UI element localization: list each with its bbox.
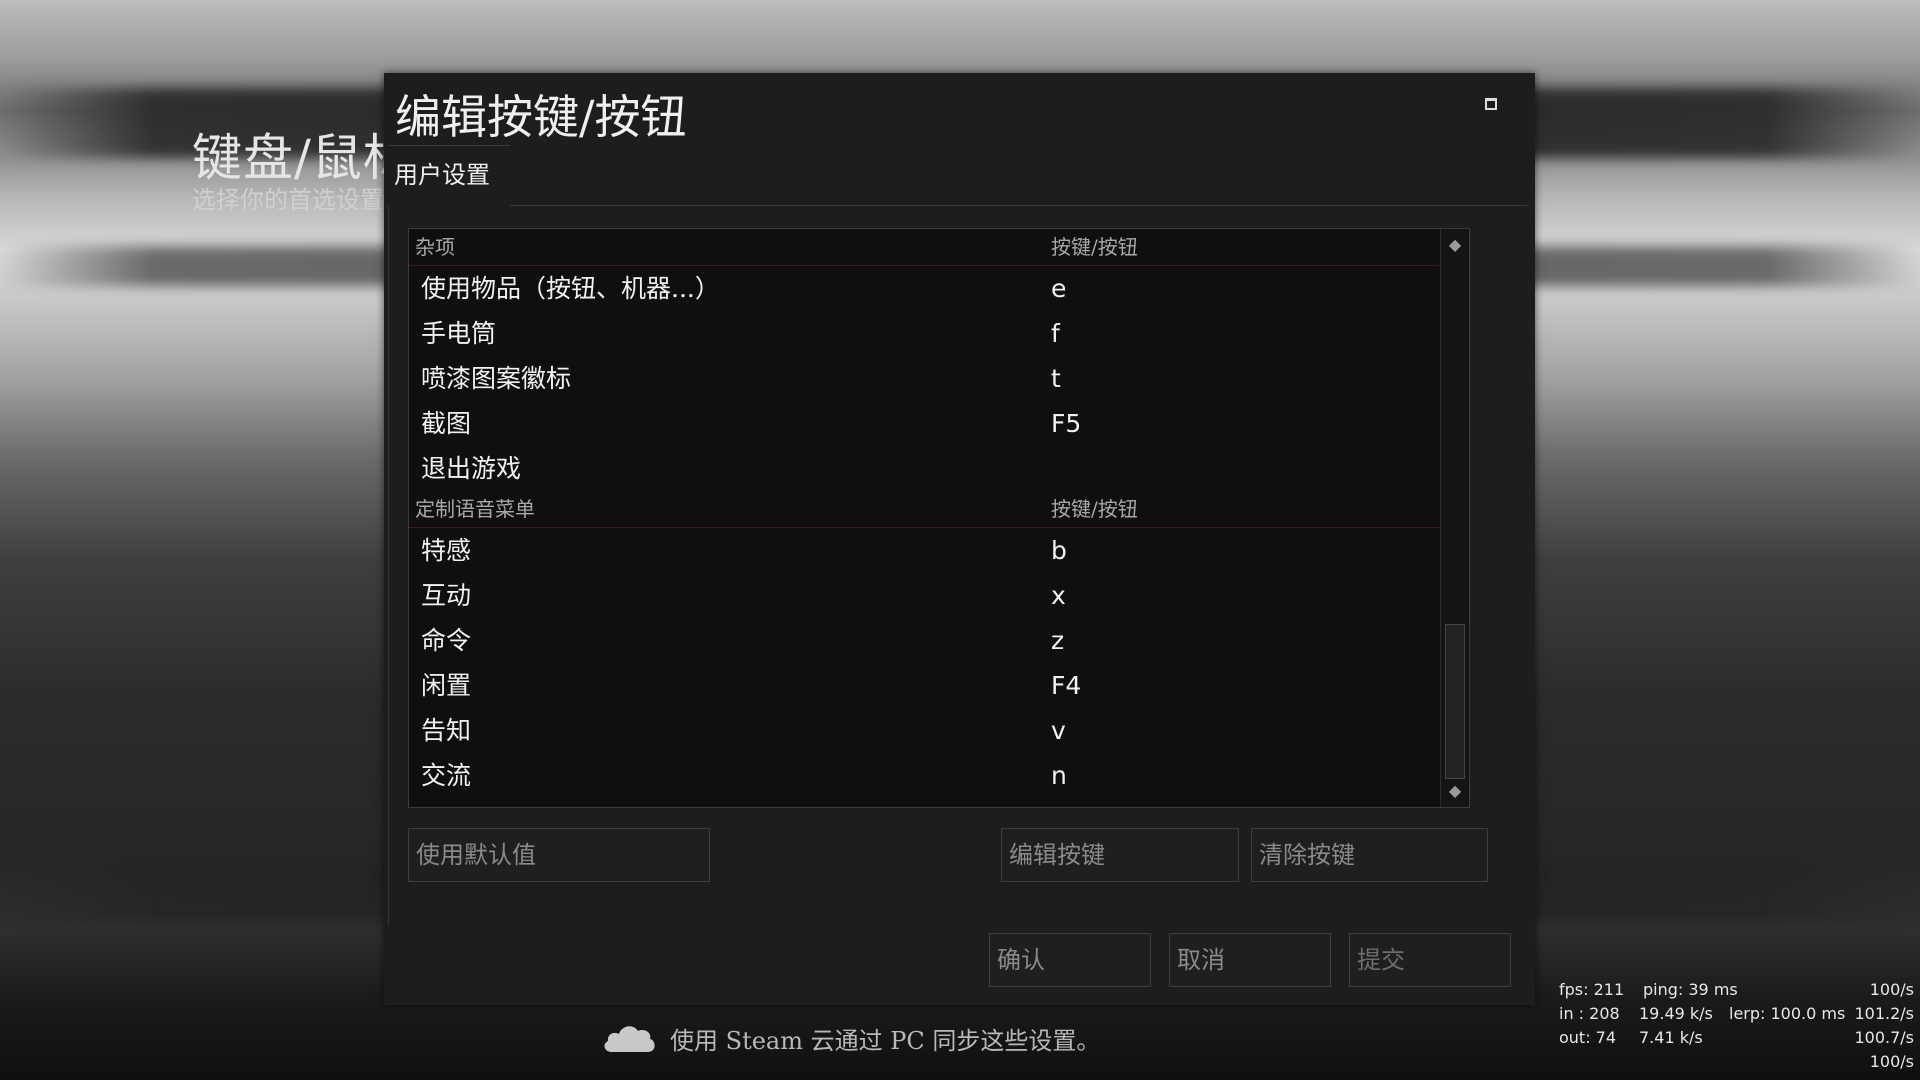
section-header-action-label: 杂项	[415, 235, 455, 259]
net-graph-row: in : 208 19.49 k/s lerp: 100.0 ms 101.2/…	[1559, 1002, 1914, 1026]
binding-action-name: 手电筒	[421, 319, 497, 348]
binding-key-value: F4	[1051, 671, 1082, 700]
key-binding-row[interactable]: 喷漆图案徽标 t	[409, 356, 1439, 401]
net-graph-row: out: 74 7.41 k/s 100.7/s	[1559, 1026, 1914, 1050]
binding-action-name: 喷漆图案徽标	[421, 364, 572, 393]
binding-action-name: 截图	[421, 409, 472, 438]
binding-key-value: e	[1051, 274, 1067, 303]
tab-divider	[510, 205, 1527, 206]
scroll-up-arrow-icon[interactable]: ◆	[1445, 235, 1465, 255]
scroll-thumb[interactable]	[1445, 624, 1465, 779]
steam-cloud-note: 使用 Steam 云通过 PC 同步这些设置。	[600, 1020, 1100, 1056]
net-ping: ping: 39 ms	[1643, 980, 1738, 999]
background-page-subtitle: 选择你的首选设置	[192, 186, 384, 214]
binding-key-value: x	[1051, 581, 1066, 610]
binding-action-name: 命令	[421, 626, 472, 655]
net-graph-row: fps: 211 ping: 39 ms 100/s	[1559, 978, 1914, 1002]
key-binding-row[interactable]: 手电筒 f	[409, 311, 1439, 356]
key-binding-list-content: 杂项 按键/按钮 使用物品（按钮、机器...） e 手电筒 f 喷漆图案徽标 t 截图 F5 退出游…	[409, 229, 1439, 798]
binding-action-name: 互动	[421, 581, 472, 610]
list-scrollbar[interactable]: ◆ ◆	[1440, 229, 1469, 807]
binding-key-value: z	[1051, 626, 1065, 655]
net-in-kbs: 19.49 k/s	[1639, 1004, 1713, 1023]
binding-key-value: t	[1051, 364, 1061, 393]
scroll-down-arrow-icon[interactable]: ◆	[1445, 781, 1465, 801]
binding-key-value: f	[1051, 319, 1060, 348]
key-binding-list[interactable]: 杂项 按键/按钮 使用物品（按钮、机器...） e 手电筒 f 喷漆图案徽标 t 截图 F5 退出游…	[408, 228, 1470, 808]
section-header-key-label: 按键/按钮	[1051, 235, 1138, 259]
section-header-action-label: 定制语音菜单	[415, 497, 535, 521]
steam-cloud-icon	[604, 1026, 655, 1052]
clear-key-button[interactable]: 清除按键	[1251, 828, 1488, 882]
binding-key-value: v	[1051, 716, 1066, 745]
net-rate: 100/s	[1869, 980, 1914, 999]
binding-action-name: 告知	[421, 716, 472, 745]
tab-panel-border	[388, 205, 389, 925]
steam-cloud-text: 使用 Steam 云通过 PC 同步这些设置。	[670, 1026, 1101, 1055]
binding-key-value: b	[1051, 536, 1067, 565]
ok-button[interactable]: 确认	[989, 933, 1151, 987]
key-binding-row[interactable]: 闲置 F4	[409, 663, 1439, 708]
binding-action-name: 交流	[421, 761, 472, 790]
net-rate: 100/s	[1869, 1052, 1914, 1071]
binding-action-name: 退出游戏	[421, 454, 522, 483]
use-defaults-button[interactable]: 使用默认值	[408, 828, 710, 882]
net-rate: 101.2/s	[1854, 1004, 1914, 1023]
section-header-key-label: 按键/按钮	[1051, 497, 1138, 521]
section-header: 定制语音菜单 按键/按钮	[409, 491, 1439, 528]
key-binding-row[interactable]: 互动 x	[409, 573, 1439, 618]
key-binding-row[interactable]: 特感 b	[409, 528, 1439, 573]
cancel-button[interactable]: 取消	[1169, 933, 1331, 987]
net-graph-overlay: fps: 211 ping: 39 ms 100/s in : 208 19.4…	[1559, 978, 1914, 1074]
apply-button[interactable]: 提交	[1349, 933, 1511, 987]
key-binding-row[interactable]: 退出游戏	[409, 446, 1439, 491]
net-out-kbs: 7.41 k/s	[1639, 1028, 1703, 1047]
binding-key-value: n	[1051, 761, 1067, 790]
binding-action-name: 使用物品（按钮、机器...）	[421, 274, 720, 303]
dialog-title: 编辑按键/按钮	[395, 90, 687, 144]
net-rate: 100.7/s	[1854, 1028, 1914, 1047]
key-binding-row[interactable]: 使用物品（按钮、机器...） e	[409, 266, 1439, 311]
section-header: 杂项 按键/按钮	[409, 229, 1439, 266]
net-out: out: 74	[1559, 1028, 1617, 1047]
key-binding-row[interactable]: 截图 F5	[409, 401, 1439, 446]
window-restore-icon[interactable]	[1485, 98, 1497, 110]
binding-action-name: 闲置	[421, 671, 472, 700]
binding-action-name: 特感	[421, 536, 472, 565]
binding-key-value: F5	[1051, 409, 1082, 438]
tab-user-settings[interactable]: 用户设置	[388, 145, 510, 205]
net-in: in : 208	[1559, 1004, 1620, 1023]
net-fps: fps: 211	[1559, 980, 1625, 999]
net-lerp: lerp: 100.0 ms	[1729, 1004, 1846, 1023]
key-binding-row[interactable]: 命令 z	[409, 618, 1439, 663]
net-graph-row: 100/s	[1559, 1050, 1914, 1074]
key-binding-row[interactable]: 交流 n	[409, 753, 1439, 798]
edit-keys-dialog: 编辑按键/按钮 用户设置 杂项 按键/按钮 使用物品（按钮、机器...） e 手电筒 f 喷…	[384, 73, 1535, 1005]
key-binding-row[interactable]: 告知 v	[409, 708, 1439, 753]
edit-key-button[interactable]: 编辑按键	[1001, 828, 1239, 882]
